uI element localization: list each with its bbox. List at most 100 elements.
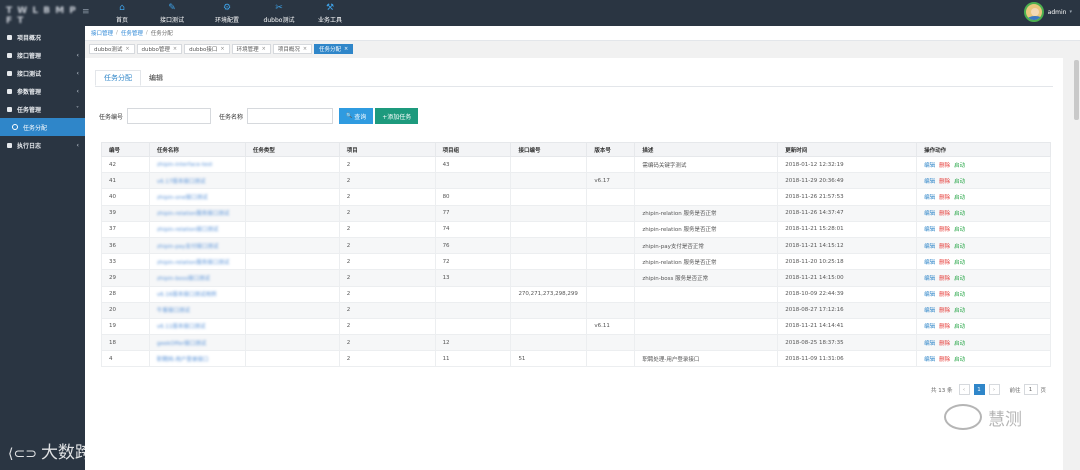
edit-link[interactable]: 编辑 (924, 227, 935, 233)
close-icon[interactable]: × (344, 46, 348, 52)
sidebar: 项目概况 接口管理 ‹ 接口测试 ‹ 参数管理 ‹ 任务管理 ˅ 任务分配 执行… (0, 26, 85, 470)
start-link[interactable]: 启动 (954, 211, 965, 217)
start-link[interactable]: 启动 (954, 227, 965, 233)
tab-task-assign[interactable]: 任务分配 (95, 70, 141, 86)
nav-home[interactable]: ⌂ 首页 (100, 0, 144, 26)
start-link[interactable]: 启动 (954, 276, 965, 282)
breadcrumb-parent[interactable]: 任务管理 (121, 29, 143, 37)
delete-link[interactable]: 删除 (939, 195, 950, 201)
menu-toggle-icon[interactable]: ≡ (82, 7, 90, 17)
cell-name-text[interactable]: v6.11版本接口测试 (157, 324, 206, 330)
cell-name-text[interactable]: zhipin-one接口测试 (157, 195, 208, 201)
edit-link[interactable]: 编辑 (924, 195, 935, 201)
cell-name-text[interactable]: 职聘网-用户登录接口 (157, 357, 209, 363)
close-icon[interactable]: × (125, 46, 129, 52)
cell-name-text[interactable]: zhipin-interface-test (157, 162, 212, 168)
sidebar-item-task-assign[interactable]: 任务分配 (0, 118, 85, 136)
task-name-input[interactable] (247, 108, 334, 124)
sidebar-item-project-overview[interactable]: 项目概况 (0, 28, 85, 46)
edit-link[interactable]: 编辑 (924, 324, 935, 330)
nav-dubbo-test[interactable]: ✂ dubbo测试 (254, 0, 304, 26)
page-tab-dubbo-test[interactable]: dubbo测试 × (89, 44, 135, 54)
cell-time: 2018-11-21 14:15:00 (777, 269, 918, 287)
edit-link[interactable]: 编辑 (924, 292, 935, 298)
delete-link[interactable]: 删除 (939, 163, 950, 169)
delete-link[interactable]: 删除 (939, 292, 950, 298)
edit-link[interactable]: 编辑 (924, 244, 935, 250)
cell-name-text[interactable]: v6.16版本接口测试用例 (157, 292, 217, 298)
start-link[interactable]: 启动 (954, 195, 965, 201)
edit-link[interactable]: 编辑 (924, 357, 935, 363)
cell-actions: 编辑 删除 启动 (916, 317, 1051, 336)
page-tab-dubbo-manage[interactable]: dubbo管理 × (136, 44, 183, 54)
start-link[interactable]: 启动 (954, 308, 965, 314)
task-id-input[interactable] (127, 108, 212, 124)
close-icon[interactable]: × (303, 46, 307, 52)
breadcrumb-home[interactable]: 接口管理 (91, 29, 113, 37)
page-tab-project-overview[interactable]: 项目概况 × (272, 44, 313, 54)
sidebar-item-label: 接口测试 (17, 70, 42, 78)
edit-link[interactable]: 编辑 (924, 276, 935, 282)
close-icon[interactable]: × (220, 46, 224, 52)
add-task-button[interactable]: +添加任务 (375, 108, 419, 124)
edit-link[interactable]: 编辑 (924, 211, 935, 217)
cell-name-text[interactable]: v6.17版本接口测试 (157, 179, 206, 185)
delete-link[interactable]: 删除 (939, 308, 950, 314)
start-link[interactable]: 启动 (954, 292, 965, 298)
cell-time: 2018-11-26 21:57:53 (777, 188, 918, 206)
sidebar-item-param-manage[interactable]: 参数管理 ‹ (0, 82, 85, 100)
close-icon[interactable]: × (173, 46, 177, 52)
cell-name-text[interactable]: zhipin-boss接口测试 (157, 276, 210, 282)
cell-name-text[interactable]: 牛客接口测试 (157, 308, 190, 314)
delete-link[interactable]: 删除 (939, 244, 950, 250)
goto-page-input[interactable]: 1 (1023, 384, 1038, 395)
cell-id: 19 (101, 317, 150, 336)
page-1-button[interactable]: 1 (973, 384, 985, 395)
start-link[interactable]: 启动 (954, 324, 965, 330)
delete-link[interactable]: 删除 (939, 227, 950, 233)
page-tab-env-manage[interactable]: 环境管理 × (231, 44, 271, 54)
delete-link[interactable]: 删除 (939, 341, 950, 347)
prev-page-button[interactable]: ‹ (958, 384, 970, 395)
start-link[interactable]: 启动 (954, 357, 965, 363)
start-link[interactable]: 启动 (954, 163, 965, 169)
page-tab-task-assign[interactable]: 任务分配 × (314, 44, 354, 54)
nav-env-config[interactable]: ⚙ 环境配置 (200, 0, 254, 26)
delete-link[interactable]: 删除 (939, 260, 950, 266)
tab-edit[interactable]: 编辑 (141, 70, 171, 86)
next-page-button[interactable]: › (988, 384, 1000, 395)
edit-link[interactable]: 编辑 (924, 179, 935, 185)
sidebar-item-api-manage[interactable]: 接口管理 ‹ (0, 46, 85, 64)
scrollbar[interactable] (1073, 58, 1080, 470)
cell-name-text[interactable]: zhipin-pay支付接口测试 (157, 244, 219, 250)
page-tab-dubbo-api[interactable]: dubbo接口 × (184, 44, 230, 54)
start-link[interactable]: 启动 (954, 341, 965, 347)
user-menu[interactable]: admin ▾ (1023, 2, 1072, 22)
cell-version (586, 155, 636, 174)
edit-link[interactable]: 编辑 (924, 163, 935, 169)
delete-link[interactable]: 删除 (939, 324, 950, 330)
cell-name-text[interactable]: zhipin-relation接口测试 (157, 227, 218, 233)
nav-api-test[interactable]: ✎ 接口测试 (144, 0, 200, 26)
start-link[interactable]: 启动 (954, 244, 965, 250)
cell-project-text: 2 (346, 307, 351, 314)
close-icon[interactable]: × (262, 46, 266, 52)
start-link[interactable]: 启动 (954, 260, 965, 266)
cell-name-text[interactable]: geekOffer接口测试 (157, 341, 206, 347)
sidebar-item-api-test[interactable]: 接口测试 ‹ (0, 64, 85, 82)
edit-link[interactable]: 编辑 (924, 341, 935, 347)
query-button[interactable]: 🔍 查询 (339, 108, 374, 124)
sidebar-item-exec-log[interactable]: 执行日志 ‹ (0, 136, 85, 154)
sidebar-item-task-manage[interactable]: 任务管理 ˅ (0, 100, 85, 118)
delete-link[interactable]: 删除 (939, 179, 950, 185)
delete-link[interactable]: 删除 (939, 276, 950, 282)
delete-link[interactable]: 删除 (939, 211, 950, 217)
cell-name-text[interactable]: zhipin-relation服务接口测试 (157, 211, 229, 217)
delete-link[interactable]: 删除 (939, 357, 950, 363)
scrollbar-thumb[interactable] (1074, 60, 1079, 120)
edit-link[interactable]: 编辑 (924, 260, 935, 266)
cell-name-text[interactable]: zhipin-relation服务接口测试 (157, 260, 229, 266)
nav-biz-tools[interactable]: ⚒ 业务工具 (304, 0, 356, 26)
edit-link[interactable]: 编辑 (924, 308, 935, 314)
start-link[interactable]: 启动 (954, 179, 965, 185)
